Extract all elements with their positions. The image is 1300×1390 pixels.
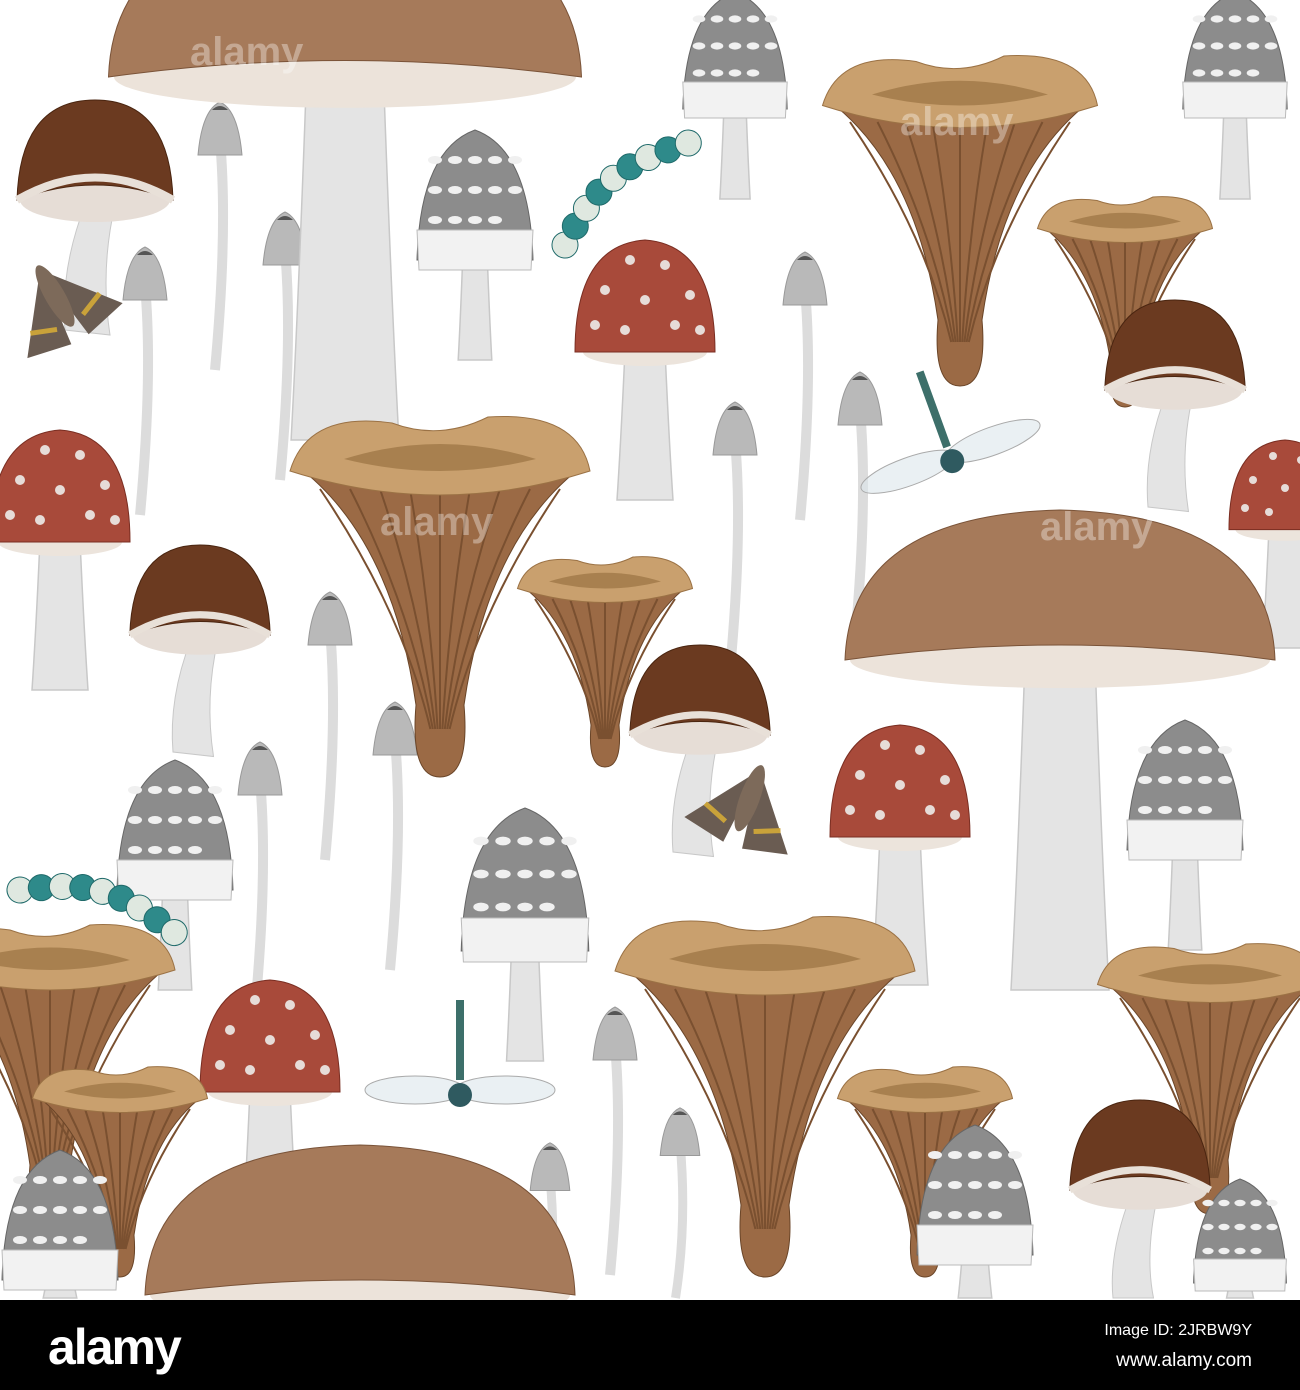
small-grey-mushroom [712,401,758,671]
moth-insect [27,265,123,359]
stock-image: alamy alamy alamy alamy alamy Image ID: … [0,0,1300,1390]
small-grey-mushroom [237,741,283,1011]
shaggy-ink-cap-mushroom [416,129,534,361]
shaggy-ink-cap-mushroom [460,807,590,1062]
bolete-mushroom [1068,1099,1212,1299]
image-id: Image ID: 2JRBW9Y [1104,1322,1252,1339]
mushroom-pattern-illustration [0,0,1300,1300]
small-grey-mushroom [782,251,828,521]
large-brown-cap-mushroom [144,1144,576,1300]
small-grey-mushroom [592,1006,638,1276]
small-grey-mushroom [372,701,418,971]
small-grey-mushroom [307,591,353,861]
small-grey-mushroom [122,246,168,516]
footer-bar: alamy Image ID: 2JRBW9Y www.alamy.com [0,1300,1300,1390]
small-grey-mushroom [659,1107,701,1299]
alamy-logo: alamy [48,1319,182,1375]
small-grey-mushroom [197,101,243,371]
caterpillar-insect [551,129,702,259]
shaggy-ink-cap-mushroom [1126,719,1244,951]
shaggy-ink-cap-mushroom [682,0,788,200]
fly-agaric-mushroom [0,429,131,691]
fly-agaric-mushroom [574,239,716,501]
bolete-mushroom [128,544,272,758]
shaggy-ink-cap-mushroom [1182,0,1288,200]
site-url: www.alamy.com [1116,1350,1252,1371]
